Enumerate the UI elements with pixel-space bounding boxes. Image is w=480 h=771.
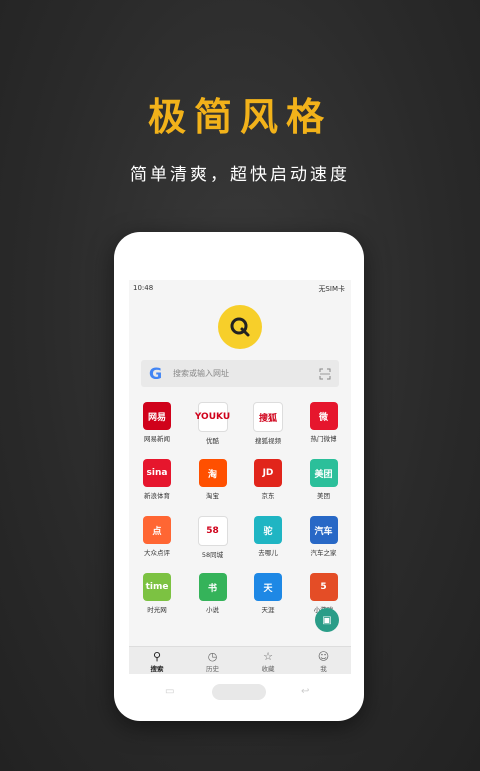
- tab-label: 我: [320, 665, 327, 673]
- shortcut-icon: time: [143, 573, 171, 601]
- shortcut-icon: 天: [254, 573, 282, 601]
- shortcut-label: 汽车之家: [310, 549, 337, 557]
- shortcut-label: 时光网: [147, 606, 167, 614]
- back-icon[interactable]: ↩: [301, 686, 309, 697]
- tab-item[interactable]: ☺ 我: [296, 650, 352, 673]
- tab-label: 搜索: [150, 665, 164, 673]
- logo-g-icon: [230, 317, 250, 337]
- home-button[interactable]: [212, 684, 266, 700]
- shortcut-label: 美团: [317, 492, 330, 500]
- shortcut-tile[interactable]: sina 新浪体育: [129, 459, 185, 500]
- shortcut-label: 优酷: [206, 437, 219, 445]
- tab-item[interactable]: ⚲ 搜索: [129, 650, 185, 673]
- shortcut-icon: 58: [197, 516, 228, 546]
- shortcut-icon: 书: [198, 573, 227, 601]
- phone-screen: 10:48 无SIM卡 G 搜索或输入网址 网易网易新闻 YOUKU 优酷 搜狐搜狐视…: [129, 280, 351, 674]
- shortcut-label: 淘宝: [206, 492, 219, 500]
- tabs-count-button[interactable]: ▣: [315, 608, 339, 632]
- tab-label: 收藏: [261, 665, 275, 673]
- tab-icon: ☺: [317, 650, 330, 663]
- shortcut-tile[interactable]: time 时光网: [129, 573, 185, 614]
- shortcut-icon: 搜狐: [253, 402, 283, 432]
- shortcut-label: 去哪儿: [258, 549, 278, 557]
- shortcut-label: 新浪体育: [144, 492, 170, 500]
- status-bar: 10:48 无SIM卡: [129, 280, 351, 296]
- tab-label: 历史: [206, 665, 219, 673]
- shortcut-icon: YOUKU: [195, 402, 230, 432]
- shortcut-tile[interactable]: 微热门微博: [296, 402, 352, 443]
- headline: 极简风格: [147, 95, 332, 139]
- tab-icon: ⚲: [152, 650, 162, 663]
- shortcut-label: 京东: [261, 492, 275, 500]
- shortcut-tile[interactable]: 淘淘宝: [185, 459, 241, 500]
- subline: 简单清爽，超快启动速度: [130, 165, 350, 185]
- shortcut-label: 搜狐视频: [255, 437, 281, 445]
- search-bar[interactable]: G 搜索或输入网址: [141, 360, 339, 387]
- shortcut-icon: 微: [309, 402, 338, 430]
- shortcut-icon: 点: [143, 516, 171, 544]
- shortcut-tile[interactable]: 天天涯: [240, 573, 296, 614]
- shortcut-tile[interactable]: YOUKU 优酷: [185, 402, 241, 445]
- shortcut-icon: 汽车: [309, 516, 338, 544]
- shortcut-icon: sina: [143, 459, 171, 487]
- shortcut-label: 大众点评: [144, 549, 170, 557]
- bottom-tab-bar: ⚲ 搜索 ◷ 历史 ☆ 收藏 ☺ 我: [129, 646, 351, 674]
- status-sim: 无SIM卡: [318, 285, 345, 293]
- shortcut-tile[interactable]: JD 京东: [240, 459, 296, 500]
- tab-item[interactable]: ☆ 收藏: [240, 650, 296, 673]
- shortcut-tile[interactable]: 书小说: [185, 573, 241, 614]
- shortcut-label: 天涯: [261, 606, 275, 614]
- google-g-icon: G: [149, 364, 163, 383]
- tab-icon: ◷: [207, 650, 218, 663]
- menu-icon[interactable]: ▭: [165, 686, 174, 697]
- shortcut-icon: 驼: [254, 516, 282, 544]
- scan-icon[interactable]: [319, 368, 331, 380]
- shortcut-label: 热门微博: [310, 435, 337, 443]
- android-nav-bar: ▭ ↩: [129, 682, 351, 702]
- shortcut-tile[interactable]: 点大众点评: [129, 516, 185, 557]
- shortcut-tile[interactable]: 搜狐 搜狐视频: [240, 402, 296, 445]
- shortcut-tile[interactable]: 驼去哪儿: [240, 516, 296, 557]
- shortcut-icon: 网易: [143, 402, 171, 430]
- app-logo: [218, 305, 262, 349]
- shortcut-tile[interactable]: 汽车 汽车之家: [296, 516, 352, 557]
- shortcut-tile[interactable]: 美团 美团: [296, 459, 352, 500]
- shortcut-tile[interactable]: 58 58同城: [185, 516, 241, 559]
- shortcut-icon: 5: [309, 573, 338, 601]
- tab-icon: ☆: [263, 650, 273, 663]
- shortcut-icon: 淘: [198, 459, 227, 487]
- shortcut-label: 网易新闻: [144, 435, 170, 443]
- shortcut-label: 小说: [206, 606, 219, 614]
- search-input[interactable]: 搜索或输入网址: [173, 368, 319, 379]
- tab-item[interactable]: ◷ 历史: [185, 650, 241, 673]
- shortcut-icon: JD: [254, 459, 282, 487]
- shortcut-label: 58同城: [201, 551, 224, 559]
- status-time: 10:48: [133, 284, 154, 292]
- shortcut-tile[interactable]: 网易 网易新闻: [129, 402, 185, 443]
- shortcut-icon: 美团: [309, 459, 338, 487]
